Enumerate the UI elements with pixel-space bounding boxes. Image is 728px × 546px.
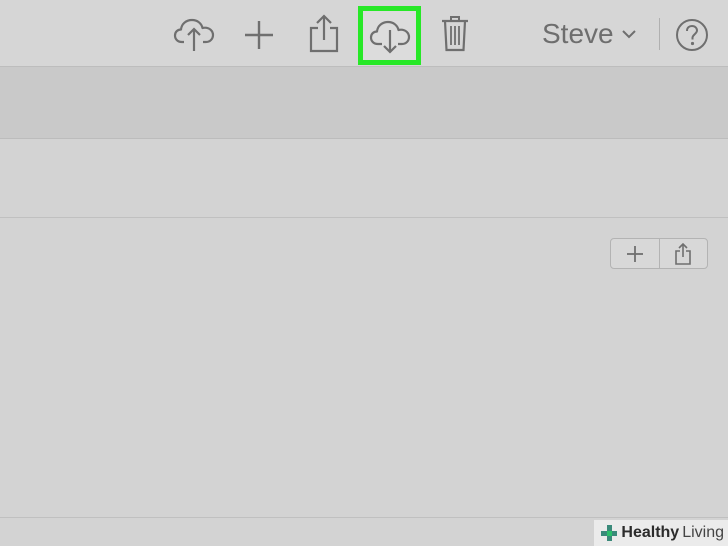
share-icon [309,14,339,53]
top-panel [0,139,728,218]
chevron-down-icon [621,30,636,39]
cloud-upload-icon [173,18,215,51]
help-icon [676,19,708,51]
cloud-download-icon [369,20,410,54]
section-add-button[interactable] [611,239,659,268]
trash-icon [442,16,468,52]
new-button[interactable] [240,16,278,54]
plus-icon [245,21,273,49]
green-cross-icon [601,525,618,541]
watermark-light-text: Living [682,524,724,541]
section-actions [610,238,708,269]
secondary-bar [0,67,728,139]
watermark-bold-text: Healthy [621,524,680,541]
plus-icon [626,245,643,262]
watermark: Healthy Living [594,520,728,546]
upload-button[interactable] [172,14,216,54]
toolbar-divider [659,18,660,50]
user-name: Steve [542,18,614,49]
download-button[interactable] [363,11,416,60]
help-button[interactable] [675,18,709,52]
share-icon [675,242,692,265]
share-button[interactable] [305,12,343,54]
delete-button[interactable] [438,13,472,53]
section-share-button[interactable] [658,239,708,268]
user-menu[interactable]: Steve [542,16,636,52]
